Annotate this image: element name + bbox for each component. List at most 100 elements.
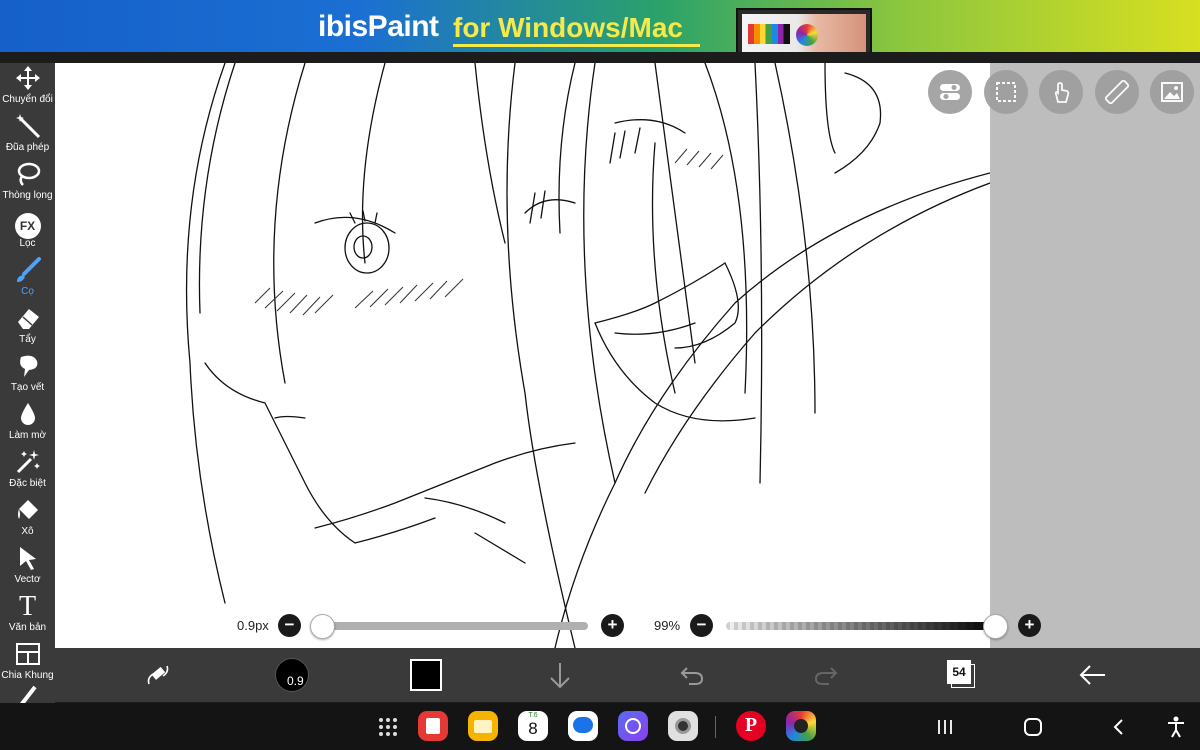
- opacity-minus-button[interactable]: −: [690, 614, 713, 637]
- hand-touch-button[interactable]: [1039, 70, 1083, 114]
- tool-blur[interactable]: Làm mờ: [0, 401, 55, 449]
- app-drawer-icon[interactable]: [378, 717, 398, 737]
- download-button[interactable]: [545, 648, 575, 702]
- opacity-plus-button[interactable]: +: [1018, 614, 1041, 637]
- toggle-icon: [940, 84, 960, 100]
- banner-monitor-image: [736, 8, 872, 52]
- brush-size-knob[interactable]: [310, 614, 335, 639]
- files-app-icon[interactable]: [468, 711, 498, 741]
- notes-app-icon[interactable]: [418, 711, 448, 741]
- banner-brand: ibisPaint: [318, 10, 439, 43]
- blur-drop-icon: [13, 401, 43, 429]
- move-icon: [13, 65, 43, 93]
- magic-wand-icon: [13, 113, 43, 141]
- toggle-button[interactable]: [928, 70, 972, 114]
- internet-app-icon[interactable]: [618, 711, 648, 741]
- tool-eraser[interactable]: Tẩy: [0, 305, 55, 353]
- bucket-icon: [13, 497, 43, 525]
- color-swatch-button[interactable]: [409, 648, 443, 702]
- brush-size-slider[interactable]: [322, 622, 588, 630]
- brush-swap-button[interactable]: [143, 648, 177, 702]
- fx-filter-icon: FX: [13, 209, 43, 239]
- image-icon: [1161, 82, 1183, 102]
- ruler-icon: [1105, 80, 1129, 104]
- tool-sidebar: Chuyển đổi Đũa phép Thòng lọng FX Lọc Cọ…: [0, 63, 55, 703]
- download-arrow-icon: [550, 663, 570, 689]
- tool-label: Thòng lọng: [2, 190, 53, 201]
- calendar-day: 8: [528, 719, 538, 738]
- tool-vector[interactable]: Vectơ: [0, 545, 55, 593]
- palette-swatch-icon: [748, 24, 790, 44]
- tool-label: Đũa phép: [5, 142, 50, 153]
- pinterest-app-icon[interactable]: P: [736, 711, 766, 741]
- redo-button[interactable]: [811, 648, 841, 702]
- tool-label: Vectơ: [14, 574, 41, 585]
- taskbar-divider: [715, 716, 716, 738]
- frame-divider-icon: [13, 641, 43, 669]
- drawing-canvas[interactable]: [55, 63, 990, 648]
- system-taskbar: [0, 703, 1200, 750]
- tool-label: Tẩy: [19, 334, 36, 345]
- undo-button[interactable]: [677, 648, 707, 702]
- tool-label: Văn bản: [8, 622, 47, 633]
- special-sparkle-icon: [13, 449, 43, 477]
- canvas-workspace[interactable]: [55, 63, 1200, 648]
- tool-label: Chia Khung: [1, 670, 54, 681]
- back-arrow-icon: [1079, 665, 1105, 685]
- opacity-label: 99%: [654, 618, 681, 633]
- eyedropper-icon: [13, 685, 43, 703]
- undo-icon: [680, 667, 704, 685]
- promo-banner[interactable]: ibisPaint for Windows/Mac: [0, 0, 1200, 52]
- calendar-app-icon[interactable]: T.6 8: [518, 711, 548, 741]
- smudge-icon: [13, 353, 43, 381]
- layer-count: 54: [947, 660, 971, 684]
- camera-app-icon[interactable]: [668, 711, 698, 741]
- layers-button[interactable]: 54: [945, 648, 979, 702]
- color-swatch-icon: [410, 659, 442, 691]
- tool-label: Tạo vết: [10, 382, 45, 393]
- tool-filter[interactable]: FX Lọc: [0, 209, 55, 257]
- tool-label: Đặc biệt: [9, 478, 46, 489]
- hand-touch-icon: [1054, 82, 1070, 103]
- ruler-button[interactable]: [1095, 70, 1139, 114]
- banner-underline: [453, 44, 700, 47]
- tool-frame-divider[interactable]: Chia Khung: [0, 641, 55, 689]
- tool-label: Chuyển đổi: [2, 94, 53, 105]
- selection-button[interactable]: [984, 70, 1028, 114]
- tool-lasso[interactable]: Thòng lọng: [0, 161, 55, 209]
- tool-bucket[interactable]: Xô: [0, 497, 55, 545]
- lasso-icon: [13, 161, 43, 189]
- tool-eyedropper[interactable]: [0, 685, 55, 703]
- redo-icon: [814, 667, 838, 685]
- home-icon[interactable]: [1024, 718, 1042, 736]
- tool-label: Xô: [21, 526, 34, 537]
- messages-app-icon[interactable]: [568, 711, 598, 741]
- brush-preview-button[interactable]: 0.9: [275, 648, 311, 702]
- text-icon: T: [18, 591, 37, 622]
- reference-image-button[interactable]: [1150, 70, 1194, 114]
- sketch-app-icon[interactable]: [786, 711, 816, 741]
- bottom-toolbar: 0.9 54: [55, 648, 1200, 702]
- brush-size-plus-button[interactable]: +: [601, 614, 624, 637]
- tool-transform[interactable]: Chuyển đổi: [0, 65, 55, 113]
- tool-text[interactable]: T Văn bản: [0, 593, 55, 641]
- color-wheel-icon: [796, 24, 818, 46]
- back-icon[interactable]: [1110, 718, 1128, 736]
- tool-label: Cọ: [21, 286, 34, 297]
- opacity-slider[interactable]: [726, 622, 998, 630]
- accessibility-icon[interactable]: [1166, 716, 1186, 738]
- tool-magic-wand[interactable]: Đũa phép: [0, 113, 55, 161]
- selection-icon: [996, 82, 1016, 102]
- brush-swap-icon: [147, 665, 169, 685]
- back-button[interactable]: [1077, 648, 1111, 702]
- calendar-weekday: T.6: [528, 712, 538, 719]
- vector-arrow-icon: [13, 545, 43, 573]
- sketch-drawing: [185, 63, 990, 648]
- eraser-icon: [13, 305, 43, 333]
- tool-smudge[interactable]: Tạo vết: [0, 353, 55, 401]
- banner-tagline: for Windows/Mac: [453, 12, 683, 43]
- tool-special[interactable]: Đặc biệt: [0, 449, 55, 497]
- tool-brush[interactable]: Cọ: [0, 257, 55, 305]
- brush-size-minus-button[interactable]: −: [278, 614, 301, 637]
- recents-icon[interactable]: [936, 718, 954, 736]
